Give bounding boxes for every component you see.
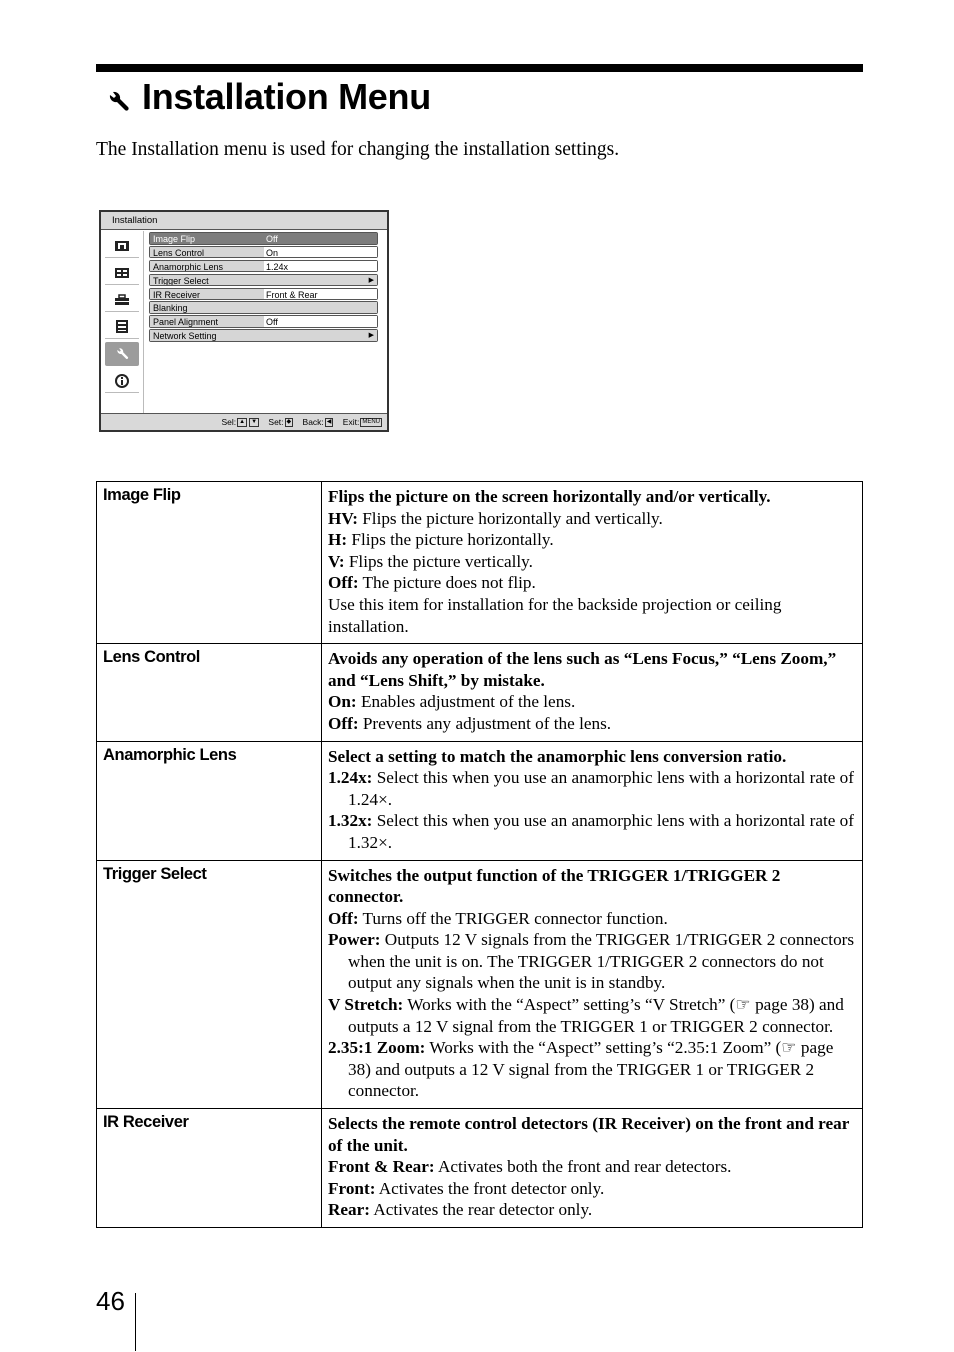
setting-name: IR Receiver bbox=[96, 1108, 322, 1228]
option-line: 2.35:1 Zoom: Works with the “Aspect” set… bbox=[328, 1037, 856, 1102]
description-lead: Select a setting to match the anamorphic… bbox=[328, 746, 787, 766]
option-line: HV: Flips the picture horizontally and v… bbox=[328, 508, 856, 530]
option-text: Flips the picture horizontally. bbox=[347, 530, 554, 550]
function-icon bbox=[105, 315, 139, 339]
submenu-arrow-icon: ▶ bbox=[368, 276, 374, 284]
table-row: Anamorphic Lens Select a setting to match… bbox=[96, 740, 863, 861]
description-lead: Flips the picture on the screen horizont… bbox=[328, 487, 771, 506]
osd-menu-screenshot: Installation Image Flip Off Lens Control O… bbox=[99, 210, 389, 432]
option-line: Front: Activates the front detector only… bbox=[328, 1178, 856, 1200]
option-line: V Stretch: Works with the “Aspect” setti… bbox=[328, 994, 856, 1037]
option-line: Off: The picture does not flip. bbox=[328, 572, 856, 594]
picture-icon bbox=[105, 234, 139, 258]
osd-item-ir-receiver: IR Receiver Front & Rear bbox=[149, 287, 378, 301]
osd-item-image-flip: Image Flip Off bbox=[149, 232, 378, 245]
table-row: Trigger Select Switches the output functi… bbox=[96, 859, 863, 1110]
submenu-arrow-icon: ▶ bbox=[368, 332, 374, 340]
option-line: 1.24x: Select this when you use an anamo… bbox=[328, 767, 856, 810]
osd-side-icons bbox=[103, 231, 144, 413]
setting-description: Flips the picture on the screen horizont… bbox=[321, 480, 863, 645]
option-text: Enables adjustment of the lens. bbox=[356, 692, 576, 712]
option-text: Select this when you use an anamorphic l… bbox=[348, 811, 854, 852]
option-text: Activates both the front and rear detect… bbox=[434, 1157, 732, 1177]
setting-description: Switches the output function of the TRIG… bbox=[321, 859, 863, 1110]
page-number-rule bbox=[135, 1293, 136, 1351]
option-line: Off: Prevents any adjustment of the lens… bbox=[328, 713, 856, 735]
setting-description: Select a setting to match the anamorphic… bbox=[321, 740, 863, 861]
down-key-icon: ▼ bbox=[249, 418, 260, 428]
wrench-icon bbox=[104, 83, 132, 111]
osd-header: Installation bbox=[101, 212, 387, 230]
option-line: 1.32x: Select this when you use an anamo… bbox=[328, 810, 856, 853]
option-line: Rear: Activates the rear detector only. bbox=[328, 1199, 856, 1221]
info-icon bbox=[105, 369, 139, 393]
option-text: Activates the rear detector only. bbox=[370, 1200, 593, 1220]
option-key: Front & Rear: bbox=[328, 1157, 435, 1177]
left-key-icon: ◀ bbox=[324, 418, 334, 428]
settings-table: Image Flip Flips the picture on the scree… bbox=[96, 480, 863, 1228]
toolbox-icon bbox=[105, 288, 139, 312]
osd-item-trigger-select: Trigger Select ▶ bbox=[149, 273, 378, 287]
up-key-icon: ▲ bbox=[237, 418, 248, 428]
option-text: Activates the front detector only. bbox=[375, 1178, 605, 1198]
page-number: 46 bbox=[96, 1286, 125, 1316]
option-key: H: bbox=[328, 530, 348, 550]
menu-key-icon: MENU bbox=[360, 418, 382, 428]
option-text: Flips the picture vertically. bbox=[344, 551, 533, 571]
option-text: Works with the “Aspect” setting’s “V Str… bbox=[348, 995, 844, 1036]
option-text: Outputs 12 V signals from the TRIGGER 1/… bbox=[348, 930, 855, 993]
option-key: 1.24x: bbox=[328, 768, 373, 788]
option-key: HV: bbox=[328, 508, 358, 528]
osd-footer: Sel: ▲ ▼ Set: ◆ Back: ◀ Exit: MENU bbox=[101, 413, 387, 430]
option-key: V: bbox=[328, 551, 345, 571]
osd-item-anamorphic-lens: Anamorphic Lens 1.24x bbox=[149, 259, 378, 273]
option-line: V: Flips the picture vertically. bbox=[328, 551, 856, 573]
table-row: IR Receiver Selects the remote control de… bbox=[96, 1108, 863, 1228]
option-key: 2.35:1 Zoom: bbox=[328, 1038, 426, 1058]
description-lead: Selects the remote control detectors (IR… bbox=[328, 1114, 850, 1155]
option-text: Select this when you use an anamorphic l… bbox=[348, 768, 854, 809]
option-key: Rear: bbox=[328, 1200, 370, 1220]
page-title: Installation Menu bbox=[104, 72, 431, 122]
osd-item-list: Image Flip Off Lens Control On Anamorphic … bbox=[149, 232, 378, 343]
option-key: On: bbox=[328, 692, 357, 712]
description-note: Use this item for installation for the b… bbox=[328, 594, 782, 636]
option-key: 1.32x: bbox=[328, 811, 373, 831]
option-key: Off: bbox=[328, 573, 359, 593]
option-line: On: Enables adjustment of the lens. bbox=[328, 691, 856, 713]
option-text: Flips the picture horizontally and verti… bbox=[357, 508, 663, 528]
description-lead: Switches the output function of the TRIG… bbox=[328, 865, 781, 907]
option-line: Power: Outputs 12 V signals from the TRI… bbox=[328, 929, 856, 994]
setting-description: Selects the remote control detectors (IR… bbox=[321, 1108, 863, 1228]
screen-icon bbox=[105, 261, 139, 285]
option-line: Front & Rear: Activates both the front a… bbox=[328, 1156, 856, 1178]
osd-item-network-setting: Network Setting ▶ bbox=[149, 329, 378, 342]
intro-text: The Installation menu is used for changi… bbox=[96, 139, 620, 160]
option-key: Off: bbox=[328, 908, 359, 928]
option-text: Turns off the TRIGGER connector function… bbox=[358, 908, 668, 928]
setting-description: Avoids any operation of the lens such as… bbox=[321, 643, 863, 742]
option-key: Front: bbox=[328, 1178, 376, 1198]
osd-item-blanking: Blanking bbox=[149, 301, 378, 314]
table-row: Image Flip Flips the picture on the scree… bbox=[96, 480, 863, 645]
option-key: Power: bbox=[328, 930, 381, 950]
description-lead: Avoids any operation of the lens such as… bbox=[328, 649, 837, 690]
osd-item-lens-control: Lens Control On bbox=[149, 245, 378, 259]
option-line: Off: Turns off the TRIGGER connector fun… bbox=[328, 908, 856, 930]
option-line: H: Flips the picture horizontally. bbox=[328, 529, 856, 551]
option-key: Off: bbox=[328, 713, 359, 733]
setting-name: Lens Control bbox=[96, 643, 322, 742]
enter-key-icon: ◆ bbox=[284, 418, 294, 428]
option-text: The picture does not flip. bbox=[358, 573, 536, 593]
header-rule bbox=[96, 64, 863, 72]
setting-name: Image Flip bbox=[96, 480, 322, 645]
table-row: Lens Control Avoids any operation of the … bbox=[96, 643, 863, 742]
option-key: V Stretch: bbox=[328, 995, 404, 1015]
setting-name: Trigger Select bbox=[96, 859, 322, 1110]
osd-item-panel-alignment: Panel Alignment Off bbox=[149, 315, 378, 328]
wrench-icon bbox=[105, 342, 139, 366]
page-title-text: Installation Menu bbox=[142, 76, 431, 117]
option-text: Prevents any adjustment of the lens. bbox=[358, 713, 612, 733]
setting-name: Anamorphic Lens bbox=[96, 740, 322, 861]
